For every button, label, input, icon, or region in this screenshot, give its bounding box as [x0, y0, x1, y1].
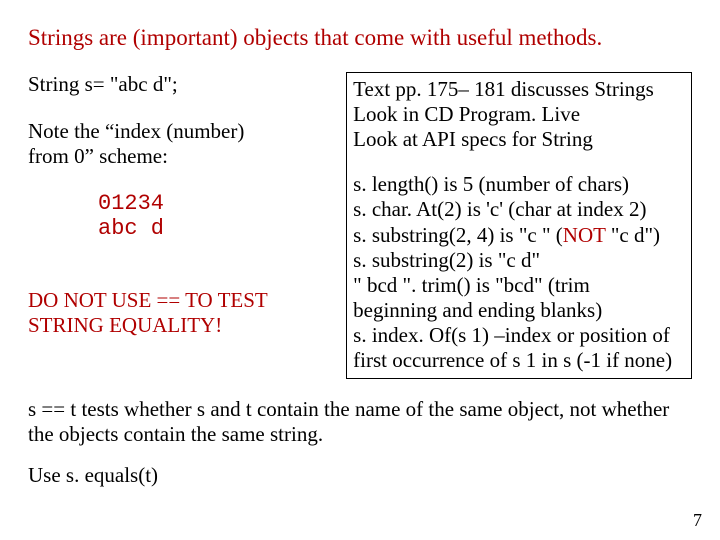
index-scheme-note: Note the “index (number) from 0” scheme: [28, 119, 334, 169]
index-chars: abc d [98, 216, 334, 241]
columns: String s= "abc d"; Note the “index (numb… [28, 72, 692, 379]
index-example: 01234 abc d [28, 191, 334, 242]
equality-warning: DO NOT USE == TO TEST STRING EQUALITY! [28, 288, 334, 338]
method-trim-2: beginning and ending blanks) [353, 298, 685, 323]
ref-line3: Look at API specs for String [353, 127, 685, 152]
method-substring24: s. substring(2, 4) is "c " (NOT "c d") [353, 223, 685, 248]
index-scheme-line2: from 0” scheme: [28, 144, 168, 168]
substring24-a: s. substring(2, 4) is "c " ( [353, 223, 563, 247]
substring24-c: "c d") [606, 223, 660, 247]
method-substring2: s. substring(2) is "c d" [353, 248, 685, 273]
slide: Strings are (important) objects that com… [0, 0, 720, 540]
method-indexof-1: s. index. Of(s 1) –index or position of [353, 323, 685, 348]
warning-line1: DO NOT USE == TO TEST [28, 288, 268, 312]
ref-line1: Text pp. 175– 181 discusses Strings [353, 77, 685, 102]
use-equals: Use s. equals(t) [28, 463, 692, 488]
warning-line2: STRING EQUALITY! [28, 313, 222, 337]
equality-explain: s == t tests whether s and t contain the… [28, 397, 692, 447]
page-number: 7 [693, 510, 702, 532]
method-length: s. length() is 5 (number of chars) [353, 172, 685, 197]
footer-notes: s == t tests whether s and t contain the… [28, 397, 692, 489]
substring24-not: NOT [563, 223, 606, 247]
left-column: String s= "abc d"; Note the “index (numb… [28, 72, 334, 361]
string-declaration: String s= "abc d"; [28, 72, 334, 97]
ref-line2: Look in CD Program. Live [353, 102, 685, 127]
slide-title: Strings are (important) objects that com… [28, 24, 692, 52]
spacer [353, 152, 685, 172]
index-digits: 01234 [98, 191, 334, 216]
method-trim-1: " bcd ". trim() is "bcd" (trim [353, 273, 685, 298]
index-scheme-line1: Note the “index (number) [28, 119, 244, 143]
method-indexof-2: first occurrence of s 1 in s (-1 if none… [353, 348, 685, 373]
method-charat: s. char. At(2) is 'c' (char at index 2) [353, 197, 685, 222]
right-box: Text pp. 175– 181 discusses Strings Look… [346, 72, 692, 379]
